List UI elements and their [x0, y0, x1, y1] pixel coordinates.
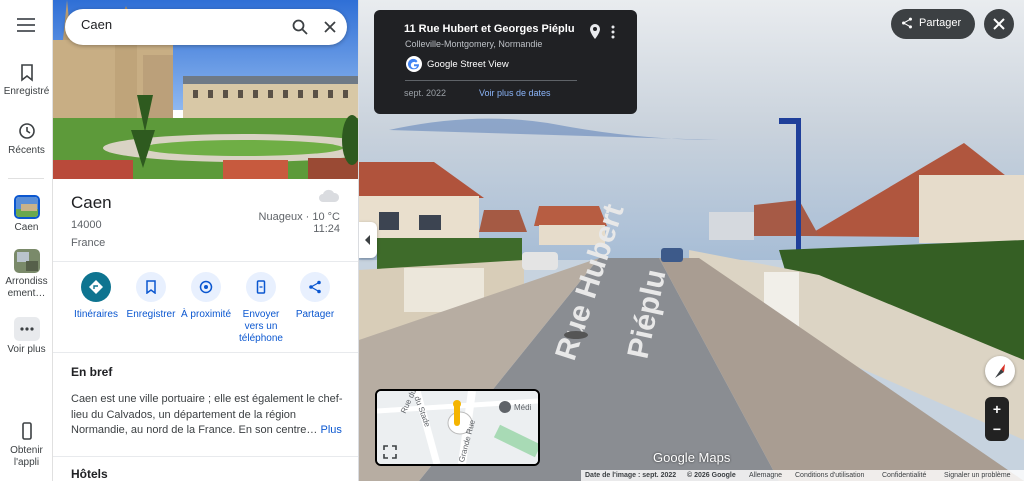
- compass-button[interactable]: [985, 356, 1015, 386]
- google-maps-watermark: Google Maps: [653, 450, 731, 465]
- google-logo-icon: [406, 56, 422, 72]
- history-icon: [18, 123, 35, 139]
- search-icon[interactable]: [291, 18, 309, 36]
- sv-date: sept. 2022: [404, 88, 447, 98]
- sv-provider: Google Street View: [427, 59, 509, 70]
- sv-city: Colleville-Montgomery, Normandie: [405, 39, 543, 49]
- send-to-phone-icon: [256, 280, 266, 294]
- more-vert-icon[interactable]: [610, 24, 616, 40]
- chevron-left-icon: [365, 235, 370, 245]
- save-label: Enregistrer: [126, 309, 176, 320]
- zoom-out-button[interactable]: −: [987, 419, 1007, 439]
- place-country: France: [71, 237, 106, 249]
- share-label: Partager: [295, 309, 335, 320]
- terms-link[interactable]: Conditions d'utilisation: [795, 470, 864, 481]
- weather-summary: Nuageux · 10 °C: [258, 211, 340, 223]
- report-problem-link[interactable]: Signaler un problème: [944, 470, 1011, 481]
- left-rail: Enregistré Récents Caen Arrondiss ement……: [0, 0, 53, 481]
- collapse-panel-button[interactable]: [359, 222, 377, 258]
- sv-address: 11 Rue Hubert et Georges Piéplu: [404, 23, 575, 35]
- menu-icon[interactable]: [17, 18, 35, 32]
- send-to-phone-label-3: téléphone: [239, 333, 283, 344]
- close-icon: [993, 18, 1005, 30]
- rail-arrondissement-label-2: ement…: [7, 288, 46, 299]
- nearby-icon: [199, 280, 213, 294]
- phone-icon: [21, 422, 32, 440]
- share-icon: [902, 17, 912, 29]
- divider: [405, 80, 577, 81]
- share-button[interactable]: Partager: [286, 272, 344, 321]
- hotels-heading: Hôtels: [71, 467, 108, 481]
- nearby-label: À proximité: [180, 309, 231, 320]
- brief-heading: En bref: [71, 365, 113, 379]
- weather-time: 11:24: [313, 223, 340, 235]
- send-to-phone-label-1: Envoyer: [242, 309, 280, 320]
- bookmark-icon: [20, 64, 33, 82]
- location-pin-icon[interactable]: [588, 24, 602, 40]
- zoom-in-button[interactable]: +: [987, 399, 1007, 419]
- brief-body: Caen est une ville portuaire ; elle est …: [71, 393, 343, 436]
- rail-divider: [8, 178, 44, 179]
- nearby-button[interactable]: À proximité: [177, 272, 235, 321]
- send-to-phone-label-2: vers un: [244, 321, 278, 332]
- rail-get-app-label-2: l'appli: [13, 457, 40, 468]
- divider: [53, 352, 358, 353]
- divider: [53, 456, 358, 457]
- rail-arrondissement[interactable]: Arrondiss ement…: [0, 249, 53, 300]
- search-input[interactable]: [81, 17, 261, 32]
- close-street-view-button[interactable]: [984, 9, 1014, 39]
- rail-saved-label: Enregistré: [3, 86, 50, 97]
- share-street-view-button[interactable]: Partager: [891, 9, 975, 39]
- rail-caen[interactable]: Caen: [0, 195, 53, 233]
- directions-icon: [89, 280, 103, 294]
- arrondissement-thumbnail: [13, 249, 40, 273]
- image-date: Date de l'image : sept. 2022: [585, 472, 677, 479]
- rail-more-label: Voir plus: [7, 344, 46, 355]
- attribution-footer: Date de l'image : sept. 2022 © 2026 Goog…: [581, 470, 1024, 481]
- weather-info: Nuageux · 10 °C 11:24: [259, 211, 340, 235]
- street-view-info-card: 11 Rue Hubert et Georges Piéplu Collevil…: [374, 10, 637, 114]
- divider: [53, 261, 358, 262]
- caen-thumbnail: [13, 195, 40, 219]
- rail-caen-label: Caen: [14, 222, 39, 233]
- send-to-phone-button[interactable]: Envoyer vers un téléphone: [232, 272, 290, 345]
- compass-icon: [995, 364, 1005, 378]
- brief-text: Caen est une ville portuaire ; elle est …: [71, 392, 349, 439]
- rail-more[interactable]: Voir plus: [0, 317, 53, 355]
- place-zip: 14000: [71, 219, 102, 231]
- rail-recents[interactable]: Récents: [0, 121, 53, 156]
- country-link[interactable]: Allemagne: [749, 470, 782, 481]
- expand-icon[interactable]: [383, 445, 397, 459]
- close-icon[interactable]: [321, 18, 339, 36]
- search-box: [65, 9, 347, 45]
- directions-button[interactable]: Itinéraires: [67, 272, 125, 321]
- privacy-link[interactable]: Confidentialité: [882, 470, 926, 481]
- share-icon: [309, 280, 321, 294]
- see-more-dates-link[interactable]: Voir plus de dates: [479, 88, 551, 98]
- minimap-label-medi: Médi: [514, 403, 532, 412]
- rail-get-app[interactable]: Obtenir l'appli: [0, 421, 53, 469]
- rail-get-app-label-1: Obtenir: [10, 445, 43, 456]
- zoom-controls: + −: [985, 397, 1009, 441]
- copyright: © 2026 Google: [687, 472, 736, 479]
- rail-arrondissement-label-1: Arrondiss: [5, 276, 48, 287]
- mini-map[interactable]: du Stade Rue du Crespley Grande Rue Médi: [375, 389, 540, 466]
- bookmark-icon: [146, 280, 156, 294]
- place-panel: Caen 14000 France Nuageux · 10 °C 11:24 …: [53, 0, 359, 481]
- brief-more-link[interactable]: Plus: [320, 424, 341, 436]
- share-street-view-label: Partager: [919, 17, 962, 29]
- cloud-icon: [319, 189, 340, 202]
- street-view[interactable]: Rue Hubert Piéplu 11 Rue Hubert et Georg…: [359, 0, 1024, 481]
- rail-saved[interactable]: Enregistré: [0, 62, 53, 97]
- save-button[interactable]: Enregistrer: [122, 272, 180, 321]
- place-title: Caen: [71, 193, 112, 212]
- rail-recents-label: Récents: [8, 145, 45, 156]
- more-horiz-icon: [13, 317, 40, 341]
- directions-label: Itinéraires: [74, 309, 118, 320]
- action-bar: Itinéraires Enregistrer À proximité Envo…: [53, 272, 358, 352]
